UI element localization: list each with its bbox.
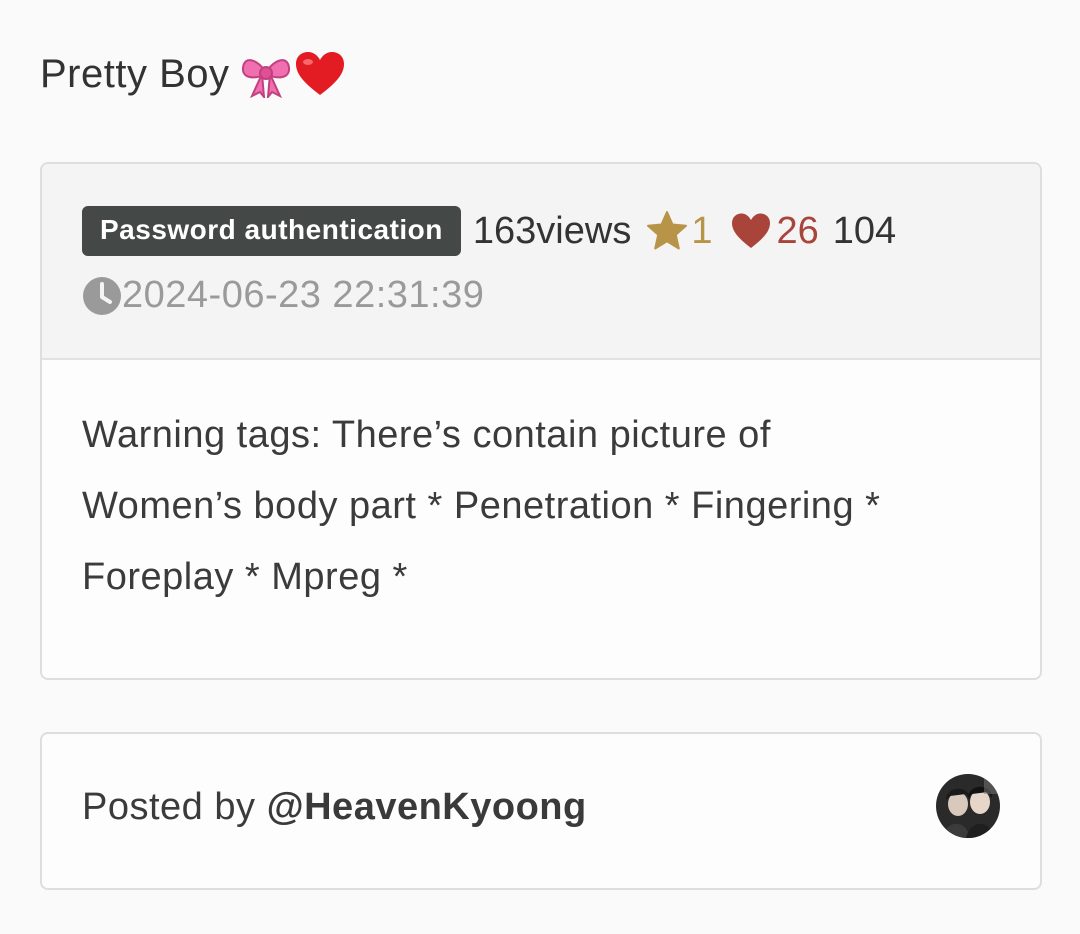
- post-title: Pretty Boy: [40, 50, 346, 98]
- content-line: Foreplay * Mpreg *: [82, 556, 408, 598]
- content-line: Women’s body part * Penetration * Finger…: [82, 485, 881, 527]
- author-card: Posted by @HeavenKyoong: [40, 732, 1042, 890]
- red-heart-emoji-icon: [295, 52, 344, 95]
- post-title-text: Pretty Boy: [40, 51, 230, 96]
- star-count: 1: [691, 209, 713, 252]
- post-card: Password authentication 163views 1 26 10…: [40, 162, 1042, 680]
- avatar-icon: [936, 774, 1000, 838]
- content-line: Warning tags: There’s contain picture of: [82, 414, 771, 456]
- star-stat: 1: [645, 210, 712, 253]
- post-date: 2024-06-23 22:31:39: [122, 274, 485, 316]
- post-card-header: Password authentication 163views 1 26 10…: [42, 164, 1040, 360]
- post-content: Warning tags: There’s contain picture of…: [42, 360, 1040, 613]
- avatar[interactable]: [936, 774, 1000, 838]
- author-handle-link[interactable]: @HeavenKyoong: [267, 786, 587, 828]
- star-icon: [647, 211, 688, 250]
- posted-by: Posted by @HeavenKyoong: [82, 786, 587, 829]
- post-date-row: 2024-06-23 22:31:39: [82, 274, 484, 317]
- heart-icon: [732, 213, 771, 248]
- ribbon-emoji-icon: [241, 59, 290, 98]
- comment-count: 104: [832, 209, 897, 252]
- heart-stat: 26: [730, 209, 819, 253]
- title-emojis: [240, 50, 346, 98]
- posted-by-label: Posted by: [82, 786, 267, 828]
- clock-icon: [83, 276, 121, 315]
- password-auth-badge: Password authentication: [82, 206, 461, 256]
- view-count: 163views: [472, 209, 632, 252]
- heart-count: 26: [776, 209, 819, 252]
- post-meta-row: Password authentication 163views 1 26 10…: [82, 206, 896, 256]
